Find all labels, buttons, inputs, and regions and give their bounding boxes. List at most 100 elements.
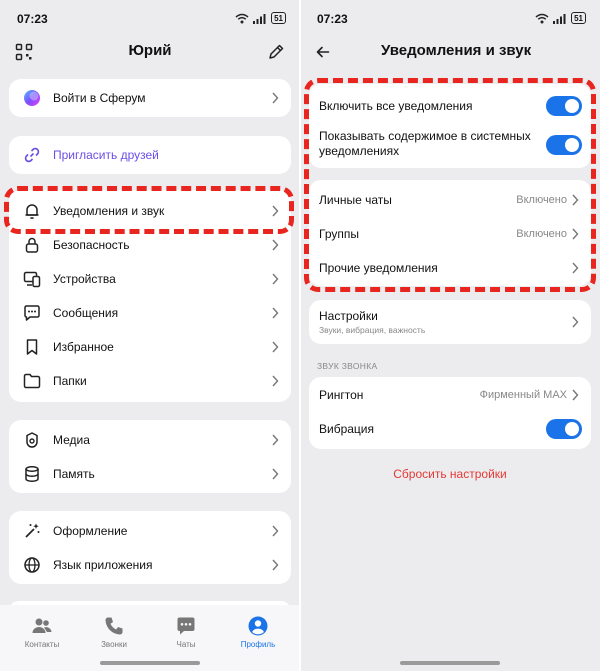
profile-icon	[248, 616, 268, 636]
storage-menu-card: Медиа Память	[9, 420, 291, 493]
lock-icon	[25, 237, 39, 253]
menu-item-media[interactable]: Медиа	[9, 423, 291, 457]
menu-item-label: Избранное	[53, 340, 114, 354]
show-content-label-line1: Показывать содержимое в системных	[319, 129, 531, 143]
other-notifications-row[interactable]: Прочие уведомления	[309, 251, 591, 285]
nav-profile[interactable]: Профиль	[228, 615, 288, 649]
chevron-right-icon	[272, 559, 279, 571]
chevron-right-icon	[572, 316, 579, 328]
wifi-icon	[535, 13, 549, 23]
chat-bubble-icon	[24, 305, 40, 321]
personal-chats-label: Личные чаты	[319, 193, 392, 207]
menu-item-label: Безопасность	[53, 238, 130, 252]
status-bar: 07:23 51	[300, 0, 600, 36]
magic-wand-icon	[25, 523, 40, 538]
chevron-right-icon	[272, 525, 279, 537]
status-bar: 07:23 51	[0, 0, 300, 36]
database-icon	[25, 466, 39, 482]
menu-item-language[interactable]: Язык приложения	[9, 548, 291, 582]
chats-icon	[177, 617, 195, 635]
ringtone-row[interactable]: Рингтон Фирменный MAX	[309, 378, 591, 412]
page-title: Уведомления и звук	[381, 42, 532, 59]
menu-item-label: Папки	[53, 374, 87, 388]
chevron-right-icon	[572, 389, 579, 401]
nav-chats[interactable]: Чаты	[156, 615, 216, 649]
show-content-toggle[interactable]	[546, 135, 582, 155]
edit-pencil-icon[interactable]	[267, 43, 285, 61]
system-settings-card: Настройки Звуки, вибрация, важность	[309, 300, 591, 344]
menu-item-label: Язык приложения	[53, 558, 153, 572]
menu-item-messages[interactable]: Сообщения	[9, 296, 291, 330]
signal-icon	[553, 13, 566, 24]
enable-all-row[interactable]: Включить все уведомления	[309, 89, 591, 123]
page-title: Юрий	[128, 42, 172, 59]
sferum-login-label: Войти в Сферум	[53, 91, 146, 105]
chevron-right-icon	[272, 434, 279, 446]
menu-item-notifications[interactable]: Уведомления и звук	[9, 194, 291, 228]
vibration-toggle[interactable]	[546, 419, 582, 439]
menu-item-security[interactable]: Безопасность	[9, 228, 291, 262]
media-icon	[26, 432, 38, 448]
battery-icon: 51	[571, 12, 586, 24]
sferum-card: Войти в Сферум	[9, 79, 291, 117]
appearance-menu-card: Оформление Язык приложения	[9, 511, 291, 584]
globe-icon	[24, 557, 40, 573]
menu-item-storage[interactable]: Память	[9, 457, 291, 491]
reset-settings-button[interactable]: Сбросить настройки	[300, 467, 600, 481]
sferum-login-row[interactable]: Войти в Сферум	[9, 81, 291, 115]
system-settings-row[interactable]: Настройки Звуки, вибрация, важность	[309, 300, 591, 344]
battery-icon: 51	[271, 12, 286, 24]
other-notifications-label: Прочие уведомления	[319, 261, 438, 275]
nav-label: Звонки	[101, 640, 127, 649]
invite-friends-label: Пригласить друзей	[53, 148, 159, 162]
chevron-right-icon	[272, 239, 279, 251]
status-time: 07:23	[17, 12, 48, 26]
menu-item-label: Уведомления и звук	[53, 204, 165, 218]
invite-card: Пригласить друзей	[9, 136, 291, 174]
profile-header: Юрий	[0, 34, 300, 70]
chevron-right-icon	[272, 468, 279, 480]
system-settings-subtitle: Звуки, вибрация, важность	[319, 325, 426, 335]
nav-calls[interactable]: Звонки	[84, 615, 144, 649]
profile-screen: 07:23 51 Юрий Войти в Сферум Пригласить …	[0, 0, 300, 671]
chevron-right-icon	[272, 375, 279, 387]
vibration-row[interactable]: Вибрация	[309, 412, 591, 446]
bell-icon	[25, 204, 39, 219]
notifications-header: Уведомления и звук	[300, 34, 600, 70]
invite-friends-row[interactable]: Пригласить друзей	[9, 138, 291, 172]
back-arrow-icon[interactable]	[314, 43, 332, 61]
settings-menu-card: Уведомления и звук Безопасность Устройст…	[9, 190, 291, 402]
nav-contacts[interactable]: Контакты	[12, 615, 72, 649]
nav-label: Контакты	[24, 640, 60, 649]
chevron-right-icon	[572, 228, 579, 240]
nav-label: Профиль	[240, 640, 276, 649]
menu-item-favorites[interactable]: Избранное	[9, 330, 291, 364]
enable-all-label: Включить все уведомления	[319, 99, 473, 113]
signal-icon	[253, 13, 266, 24]
bottom-navigation: Контакты Звонки Чаты Профиль	[0, 605, 300, 671]
devices-icon	[23, 271, 41, 288]
personal-chats-row[interactable]: Личные чаты Включено	[309, 183, 591, 217]
show-content-label-line2: уведомлениях	[319, 144, 400, 158]
status-time: 07:23	[317, 12, 348, 26]
menu-item-devices[interactable]: Устройства	[9, 262, 291, 296]
home-indicator	[100, 661, 200, 665]
enable-all-toggle[interactable]	[546, 96, 582, 116]
chevron-right-icon	[572, 194, 579, 206]
notifications-screen: 07:23 51 Уведомления и звук Включить все…	[300, 0, 600, 671]
contacts-icon	[32, 618, 52, 633]
groups-row[interactable]: Группы Включено	[309, 217, 591, 251]
chevron-right-icon	[272, 205, 279, 217]
menu-item-folders[interactable]: Папки	[9, 364, 291, 398]
master-toggles-card: Включить все уведомления Показывать соде…	[309, 84, 591, 168]
nav-label: Чаты	[176, 640, 196, 649]
chevron-right-icon	[272, 273, 279, 285]
show-content-row[interactable]: Показывать содержимое в системных уведом…	[309, 128, 591, 162]
menu-item-label: Сообщения	[53, 306, 119, 320]
menu-item-label: Память	[53, 467, 95, 481]
menu-item-label: Устройства	[53, 272, 116, 286]
chevron-right-icon	[272, 341, 279, 353]
ringtone-value: Фирменный MAX	[479, 389, 567, 401]
menu-item-appearance[interactable]: Оформление	[9, 514, 291, 548]
ring-sound-section-caption: ЗВУК ЗВОНКА	[317, 361, 378, 371]
